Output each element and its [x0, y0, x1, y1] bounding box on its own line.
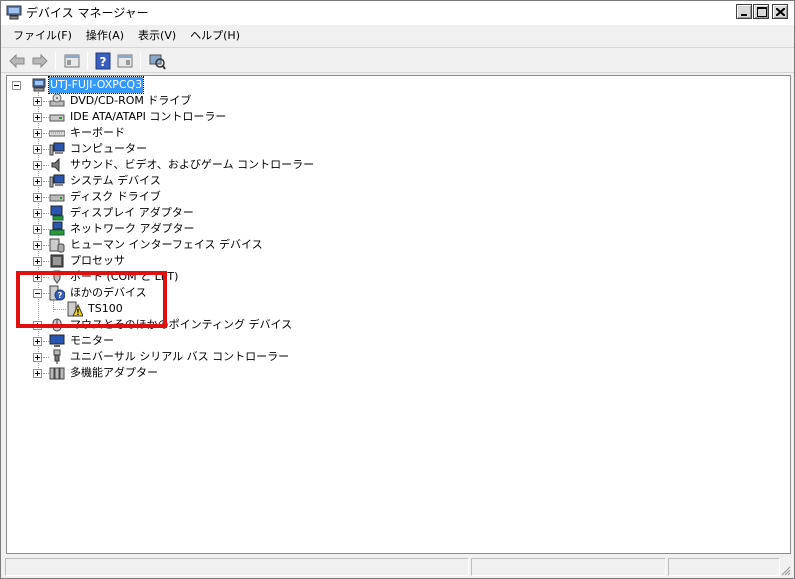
- system-device-icon: [49, 174, 65, 188]
- expand-toggle[interactable]: [33, 113, 42, 122]
- svg-text:?: ?: [100, 55, 107, 69]
- tree-item-ide[interactable]: IDE ATA/ATAPI コントローラー: [7, 109, 407, 125]
- ide-controller-icon: [49, 114, 65, 122]
- toolbar: ?: [1, 47, 794, 73]
- expand-toggle[interactable]: [33, 193, 42, 202]
- properties-icon[interactable]: [63, 52, 81, 70]
- red-highlight-box: [16, 271, 167, 328]
- minimize-button[interactable]: [736, 4, 752, 19]
- keyboard-icon: [49, 130, 65, 137]
- dvd-drive-icon: [49, 93, 65, 107]
- tree-item-disk[interactable]: ディスク ドライブ: [7, 189, 407, 205]
- tree-item-usb[interactable]: ユニバーサル シリアル バス コントローラー: [7, 349, 407, 365]
- close-button[interactable]: [772, 4, 788, 19]
- processor-icon: [50, 254, 64, 268]
- collapse-toggle[interactable]: [12, 81, 21, 90]
- toolbar-separator: [87, 52, 88, 70]
- expand-toggle[interactable]: [33, 225, 42, 234]
- expand-toggle[interactable]: [33, 337, 42, 346]
- expand-toggle[interactable]: [33, 97, 42, 106]
- tree-item-hid[interactable]: ヒューマン インターフェイス デバイス: [7, 237, 407, 253]
- disk-drive-icon: [49, 194, 65, 202]
- scan-hardware-icon[interactable]: [148, 52, 166, 70]
- computer-icon: [32, 78, 46, 92]
- back-arrow-icon[interactable]: [8, 52, 26, 70]
- help-icon[interactable]: ?: [94, 52, 112, 70]
- status-bar: [1, 556, 794, 578]
- expand-toggle[interactable]: [33, 369, 42, 378]
- tree-item-computer[interactable]: コンピューター: [7, 141, 407, 157]
- speaker-icon: [51, 157, 60, 173]
- multifunction-adapter-icon: [49, 367, 65, 380]
- status-cell-tertiary: [668, 558, 780, 576]
- device-manager-window: デバイス マネージャー ファイル(F) 操作(A) 表示(V) ヘルプ(H) ?…: [0, 0, 795, 579]
- expand-toggle[interactable]: [33, 129, 42, 138]
- hid-icon: [49, 238, 65, 253]
- usb-icon: [53, 349, 61, 364]
- tree-item-dvd[interactable]: DVD/CD-ROM ドライブ: [7, 93, 407, 109]
- tree-item-network[interactable]: ネットワーク アダプター: [7, 221, 407, 237]
- expand-toggle[interactable]: [33, 145, 42, 154]
- expand-toggle[interactable]: [33, 209, 42, 218]
- tree-item-multifunction[interactable]: 多機能アダプター: [7, 365, 407, 381]
- title-bar[interactable]: デバイス マネージャー: [1, 1, 794, 25]
- tree-root[interactable]: UTJ-FUJI-OXPCQ3: [7, 76, 307, 94]
- toolbar-separator: [140, 52, 141, 70]
- tree-root-label: UTJ-FUJI-OXPCQ3: [47, 76, 145, 94]
- tree-item-monitor[interactable]: モニター: [7, 333, 407, 349]
- resize-grip-icon[interactable]: [779, 564, 791, 576]
- menu-action[interactable]: 操作(A): [80, 27, 130, 45]
- close-icon: [776, 8, 785, 16]
- toolbar-separator: [55, 52, 56, 70]
- computer-icon: [49, 142, 65, 156]
- monitor-icon: [49, 334, 65, 347]
- tree-item-keyboard[interactable]: キーボード: [7, 125, 407, 141]
- status-cell-main: [5, 558, 469, 576]
- display-adapter-icon: [50, 205, 64, 221]
- view-icon[interactable]: [116, 52, 134, 70]
- menu-bar: ファイル(F) 操作(A) 表示(V) ヘルプ(H): [1, 25, 794, 47]
- maximize-button[interactable]: [753, 4, 769, 19]
- status-cell-secondary: [471, 558, 666, 576]
- network-adapter-icon: [49, 221, 65, 236]
- tree-item-sound[interactable]: サウンド、ビデオ、およびゲーム コントローラー: [7, 157, 407, 173]
- device-manager-app-icon: [6, 5, 22, 20]
- forward-arrow-icon[interactable]: [31, 52, 49, 70]
- window-title: デバイス マネージャー: [26, 6, 149, 20]
- menu-view[interactable]: 表示(V): [132, 27, 182, 45]
- menu-file[interactable]: ファイル(F): [7, 27, 78, 45]
- expand-toggle[interactable]: [33, 353, 42, 362]
- tree-item-processor[interactable]: プロセッサ: [7, 253, 407, 269]
- expand-toggle[interactable]: [33, 257, 42, 266]
- window-controls: [736, 4, 788, 19]
- menu-help[interactable]: ヘルプ(H): [184, 27, 246, 45]
- expand-toggle[interactable]: [33, 161, 42, 170]
- expand-toggle[interactable]: [33, 241, 42, 250]
- tree-item-display[interactable]: ディスプレイ アダプター: [7, 205, 407, 221]
- tree-item-system[interactable]: システム デバイス: [7, 173, 407, 189]
- expand-toggle[interactable]: [33, 177, 42, 186]
